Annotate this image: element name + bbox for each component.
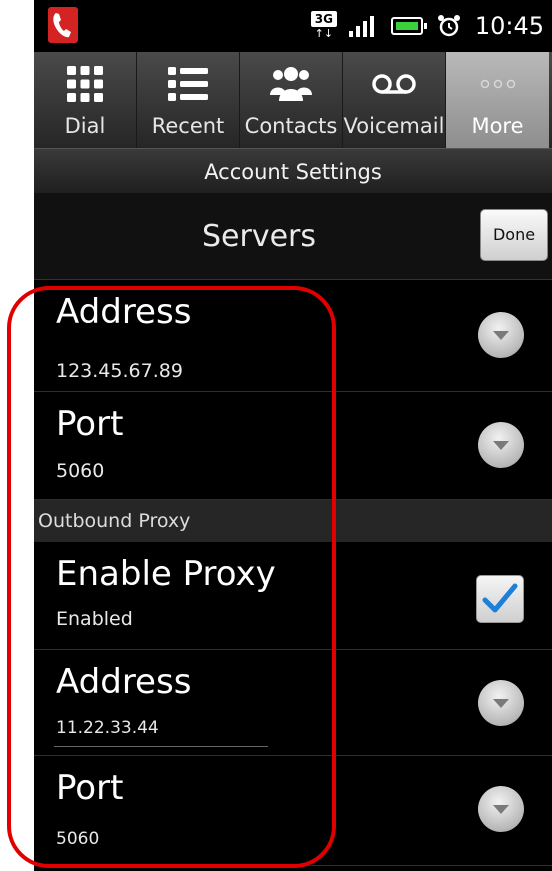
server-address-value: 123.45.67.89 [56,360,183,382]
tab-recent[interactable]: Recent [137,52,240,148]
page-title: Account Settings [34,148,552,194]
row-title: Address [56,662,192,702]
network-3g-icon: 3G ↑↓ [310,11,337,41]
server-port-row[interactable]: Port 5060 [34,392,552,500]
battery-icon [390,17,427,35]
voicemail-icon [372,74,416,94]
network-type: 3G [310,11,337,27]
tab-label: Recent [151,114,225,138]
dropdown-icon[interactable] [478,786,524,832]
proxy-port-row[interactable]: Port 5060 [34,756,552,866]
alarm-icon [437,15,460,37]
phone-screen: 3G ↑↓ 10:45 Dial Recent Contacts Voicema… [34,0,552,871]
tab-bar: Dial Recent Contacts Voicemail More [34,52,552,148]
dropdown-icon[interactable] [478,312,524,358]
tab-label: Contacts [244,114,338,138]
done-button[interactable]: Done [480,209,548,261]
enable-proxy-row[interactable]: Enable Proxy Enabled [34,542,552,650]
servers-bar: Servers Done [34,194,552,280]
outbound-proxy-header: Outbound Proxy [34,500,552,542]
check-icon [482,583,518,613]
dropdown-icon[interactable] [478,422,524,468]
input-underline [54,746,268,747]
tab-label: Voicemail [343,114,445,138]
server-port-value: 5060 [56,460,105,482]
server-address-row[interactable]: Address 123.45.67.89 [34,280,552,392]
section-title: Servers [201,219,316,254]
app-icon [48,7,78,43]
tab-label: Dial [64,114,106,138]
proxy-address-value: 11.22.33.44 [56,718,159,738]
tab-label: More [471,114,524,138]
phone-handset-icon [53,13,71,38]
row-title: Port [56,768,124,808]
row-title: Port [56,404,124,444]
proxy-port-value: 5060 [56,829,100,849]
clock: 10:45 [474,12,544,40]
data-arrows-icon: ↑↓ [314,27,334,40]
tab-dial[interactable]: Dial [34,52,137,148]
signal-icon [348,15,377,37]
enable-proxy-status: Enabled [56,608,133,630]
tab-voicemail[interactable]: Voicemail [343,52,446,148]
tab-contacts[interactable]: Contacts [240,52,343,148]
row-title: Address [56,292,192,332]
list-icon [168,67,208,101]
tab-more[interactable]: More [446,52,549,148]
dropdown-icon[interactable] [478,680,524,726]
more-icon [480,79,515,89]
contacts-icon [270,67,312,101]
row-title: Enable Proxy [56,554,276,594]
proxy-address-row[interactable]: Address 11.22.33.44 [34,650,552,756]
status-icons: 3G ↑↓ 10:45 [310,0,544,52]
dialpad-icon [67,66,103,102]
enable-proxy-checkbox[interactable] [476,575,524,623]
status-bar: 3G ↑↓ 10:45 [34,0,552,52]
